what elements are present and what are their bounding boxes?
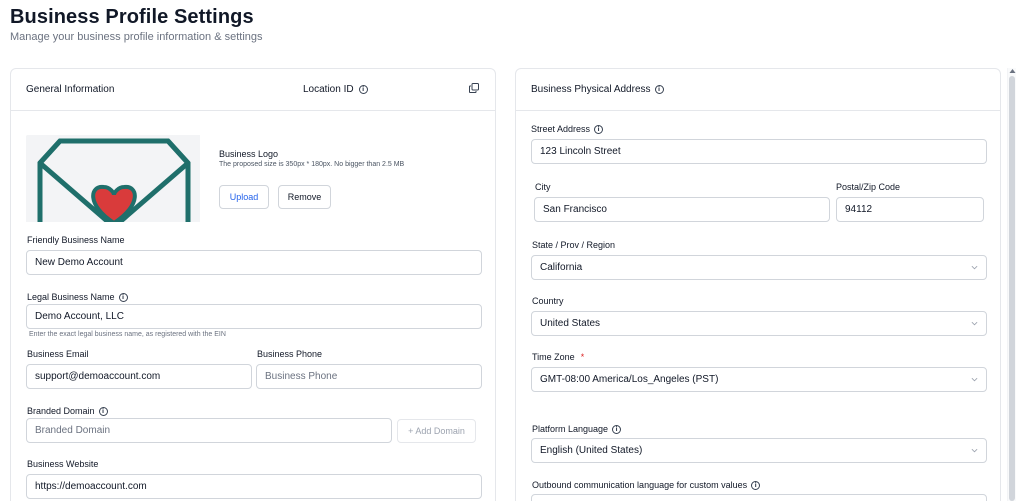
envelope-heart-logo	[26, 135, 200, 222]
general-information-header: General Information Location ID i	[11, 69, 495, 111]
outbound-language-select[interactable]	[531, 494, 987, 501]
general-information-card: General Information Location ID i Busine…	[10, 68, 496, 501]
state-label-text: State / Prov / Region	[532, 240, 616, 250]
outbound-language-label-text: Outbound communication language for cust…	[532, 480, 748, 490]
business-profile-page: Business Profile Settings Manage your bu…	[0, 0, 1024, 501]
business-address-card: Business Physical Address i Street Addre…	[515, 68, 1001, 501]
required-mark: *	[580, 352, 585, 362]
business-email-label-text: Business Email	[27, 349, 89, 359]
legal-business-name-label-text: Legal Business Name	[27, 292, 115, 302]
scroll-up-icon[interactable]	[1009, 68, 1016, 74]
info-icon[interactable]: i	[118, 292, 128, 302]
business-website-label-text: Business Website	[27, 459, 99, 469]
info-icon[interactable]: i	[751, 480, 761, 490]
time-zone-select[interactable]: GMT-08:00 America/Los_Angeles (PST)	[531, 367, 987, 392]
general-information-title: General Information	[26, 84, 114, 95]
chevron-down-icon	[971, 321, 978, 326]
info-icon[interactable]: i	[612, 424, 622, 434]
time-zone-select-value: GMT-08:00 America/Los_Angeles (PST)	[540, 374, 719, 385]
branded-domain-label-text: Branded Domain	[27, 406, 95, 416]
chevron-down-icon	[971, 448, 978, 453]
state-label: State / Prov / Region	[532, 240, 615, 250]
time-zone-label: Time Zone *	[532, 352, 584, 362]
friendly-business-name-label: Friendly Business Name	[27, 235, 125, 245]
platform-language-label-text: Platform Language	[532, 424, 609, 434]
business-email-input[interactable]: support@demoaccount.com	[26, 364, 252, 389]
remove-logo-button[interactable]: Remove	[278, 185, 331, 209]
page-title: Business Profile Settings	[10, 6, 254, 28]
branded-domain-label: Branded Domain i	[27, 406, 108, 416]
business-phone-label: Business Phone	[257, 349, 322, 359]
info-icon[interactable]: i	[594, 124, 604, 134]
business-phone-label-text: Business Phone	[257, 349, 323, 359]
time-zone-label-text: Time Zone	[532, 352, 575, 362]
scrollbar-thumb[interactable]	[1009, 76, 1015, 501]
add-domain-button[interactable]: + Add Domain	[397, 419, 476, 443]
zip-code-label: Postal/Zip Code	[836, 182, 900, 192]
country-select[interactable]: United States	[531, 311, 987, 336]
info-icon[interactable]: i	[654, 85, 664, 94]
outbound-language-label: Outbound communication language for cust…	[532, 480, 761, 490]
state-select-value: California	[540, 262, 583, 273]
business-email-label: Business Email	[27, 349, 89, 359]
business-website-input[interactable]: https://demoaccount.com	[26, 474, 482, 499]
general-information-title-text: General Information	[26, 84, 115, 95]
legal-business-name-label: Legal Business Name i	[27, 292, 128, 302]
business-logo-image	[26, 135, 200, 222]
business-logo-hint: The proposed size is 350px * 180px. No b…	[219, 161, 405, 168]
street-address-input[interactable]: 123 Lincoln Street	[531, 139, 987, 164]
business-website-label: Business Website	[27, 459, 98, 469]
page-scrollbar[interactable]	[1007, 68, 1016, 501]
copy-icon[interactable]	[469, 83, 479, 93]
platform-language-select-value: English (United States)	[540, 445, 643, 456]
street-address-label-text: Street Address	[531, 124, 591, 134]
city-label-text: City	[535, 182, 551, 192]
country-select-value: United States	[540, 318, 601, 329]
branded-domain-input[interactable]: Branded Domain	[26, 418, 392, 443]
city-input[interactable]: San Francisco	[534, 197, 830, 222]
business-address-title: Business Physical Address i	[531, 84, 664, 95]
platform-language-select[interactable]: English (United States)	[531, 438, 987, 463]
legal-business-name-input[interactable]: Demo Account, LLC	[26, 304, 482, 329]
info-icon[interactable]: i	[358, 85, 368, 94]
chevron-down-icon	[971, 377, 978, 382]
business-logo-label: Business Logo	[219, 149, 279, 159]
zip-code-label-text: Postal/Zip Code	[836, 182, 901, 192]
friendly-business-name-label-text: Friendly Business Name	[27, 235, 125, 245]
business-address-title-text: Business Physical Address	[531, 84, 651, 95]
city-label: City	[535, 182, 551, 192]
page-subtitle: Manage your business profile information…	[10, 31, 263, 43]
upload-logo-button[interactable]: Upload	[219, 185, 269, 209]
country-label-text: Country	[532, 296, 564, 306]
info-icon[interactable]: i	[98, 406, 108, 416]
platform-language-label: Platform Language i	[532, 424, 622, 434]
location-id: Location ID i	[303, 84, 368, 95]
chevron-down-icon	[971, 265, 978, 270]
business-address-header: Business Physical Address i	[516, 69, 1000, 111]
legal-business-name-helper: Enter the exact legal business name, as …	[29, 331, 226, 338]
country-label: Country	[532, 296, 564, 306]
business-phone-input[interactable]: Business Phone	[256, 364, 482, 389]
friendly-business-name-input[interactable]: New Demo Account	[26, 250, 482, 275]
street-address-label: Street Address i	[531, 124, 604, 134]
state-select[interactable]: California	[531, 255, 987, 280]
zip-code-input[interactable]: 94112	[836, 197, 984, 222]
location-id-label: Location ID	[303, 84, 354, 95]
